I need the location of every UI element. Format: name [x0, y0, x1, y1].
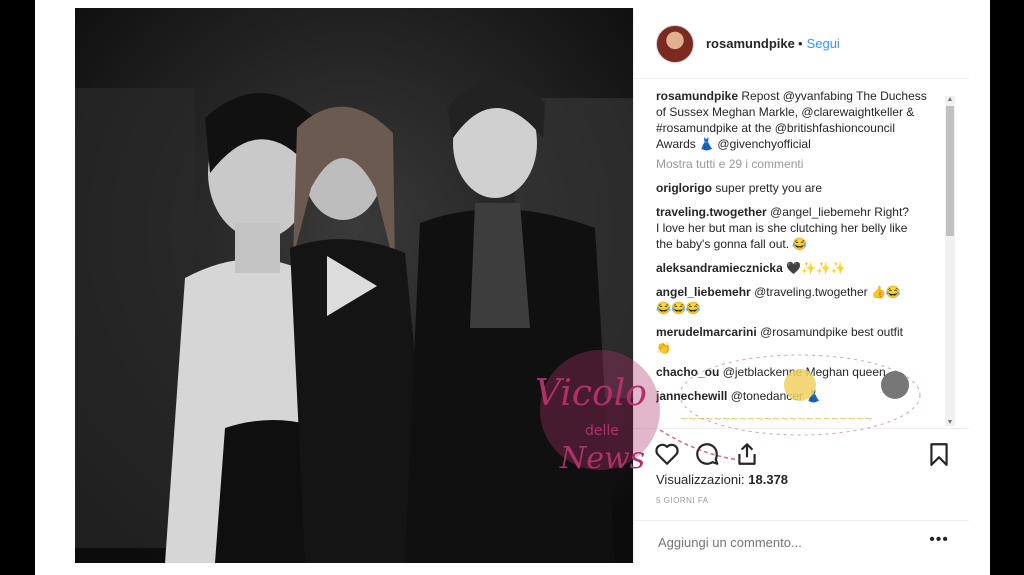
- comment-username[interactable]: origlorigo: [656, 181, 712, 195]
- bookmark-icon[interactable]: [926, 441, 952, 467]
- comment-item: jannechewill @tonedancer 👗 ♡: [656, 388, 936, 404]
- comment-username[interactable]: chacho_ou: [656, 365, 719, 379]
- comment-composer: •••: [634, 520, 969, 564]
- comment-item: traveling.twogether @angel_liebemehr Rig…: [656, 204, 936, 252]
- comments-list: rosamundpike Repost @yvanfabing The Duch…: [656, 88, 936, 428]
- follow-label[interactable]: Segui: [807, 36, 840, 51]
- share-icon[interactable]: [734, 441, 760, 467]
- comment-username[interactable]: jannechewill: [656, 389, 727, 403]
- views-label: Visualizzazioni:: [656, 472, 745, 487]
- comment-username[interactable]: aleksandramiecznicka: [656, 261, 783, 275]
- follow-button[interactable]: • Segui: [798, 36, 840, 51]
- comments-scrollbar[interactable]: ▲ ▼: [945, 96, 955, 426]
- views-count: Visualizzazioni: 18.378: [656, 472, 788, 487]
- views-value: 18.378: [748, 472, 789, 487]
- comment-username[interactable]: merudelmarcarini: [656, 325, 757, 339]
- add-comment-input[interactable]: [656, 534, 900, 551]
- comment-item: merudelmarcarini @rosamundpike best outf…: [656, 324, 936, 356]
- comment-text: @jetblackenne Meghan queen: [722, 365, 886, 379]
- play-icon[interactable]: [327, 256, 377, 316]
- header-username[interactable]: rosamundpike: [706, 36, 795, 51]
- post-header: rosamundpike • Segui: [634, 8, 969, 79]
- comment-username[interactable]: angel_liebemehr: [656, 285, 751, 299]
- scroll-up-icon[interactable]: ▲: [945, 96, 955, 103]
- post-sidebar: rosamundpike • Segui rosamundpike Repost …: [633, 8, 969, 563]
- post-video[interactable]: [75, 8, 633, 563]
- comment-item: chacho_ou @jetblackenne Meghan queen ♡: [656, 364, 936, 380]
- comment-item: angel_liebemehr @traveling.twogether 👍😂😂…: [656, 284, 936, 316]
- show-all-comments-link[interactable]: Mostra tutti e 29 i commenti: [656, 156, 936, 172]
- heart-icon[interactable]: [654, 441, 680, 467]
- post-date: 5 GIORNI FA: [656, 496, 709, 505]
- post-caption: rosamundpike Repost @yvanfabing The Duch…: [656, 88, 936, 152]
- scroll-down-icon[interactable]: ▼: [945, 419, 955, 426]
- more-options-icon[interactable]: •••: [929, 531, 949, 549]
- comment-icon[interactable]: [694, 441, 720, 467]
- avatar[interactable]: [656, 25, 694, 63]
- comment-text: super pretty you are: [715, 181, 823, 195]
- comment-item: origlorigo super pretty you are ♡: [656, 180, 936, 196]
- comment-username[interactable]: traveling.twogether: [656, 205, 767, 219]
- stage: rosamundpike • Segui rosamundpike Repost …: [35, 0, 990, 575]
- scrollbar-thumb[interactable]: [946, 106, 954, 236]
- comment-text: @tonedancer 👗: [730, 389, 822, 403]
- caption-username[interactable]: rosamundpike: [656, 89, 738, 103]
- comment-text: 🖤✨✨✨: [786, 261, 846, 275]
- comment-item: aleksandramiecznicka 🖤✨✨✨ ♡: [656, 260, 936, 276]
